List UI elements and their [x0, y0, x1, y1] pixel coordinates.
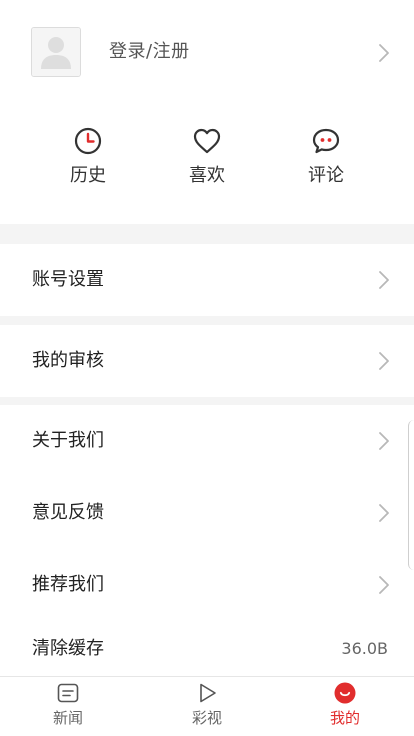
comments-button[interactable]: 评论 — [281, 120, 371, 200]
account-section: 账号设置 — [0, 244, 414, 316]
chevron-right-icon — [378, 503, 390, 523]
tab-news[interactable]: 新闻 — [18, 677, 118, 736]
default-avatar-icon — [31, 27, 81, 77]
clear-cache-label: 清除缓存 — [32, 638, 104, 659]
chevron-right-icon — [378, 351, 390, 371]
quick-actions: 历史 喜欢 评论 — [0, 120, 414, 200]
recommend-us-label: 推荐我们 — [32, 574, 104, 595]
chevron-right-icon — [378, 43, 390, 63]
scroll-indicator[interactable] — [408, 420, 414, 570]
cache-section: 清除缓存 36.0B — [0, 613, 414, 685]
chevron-right-icon — [378, 270, 390, 290]
login-register-link[interactable]: 登录/注册 — [109, 40, 190, 64]
clear-cache-row[interactable]: 清除缓存 36.0B — [0, 613, 414, 685]
feedback-row[interactable]: 意见反馈 — [0, 477, 414, 549]
my-review-label: 我的审核 — [32, 350, 104, 371]
account-settings-row[interactable]: 账号设置 — [0, 244, 414, 316]
cache-size-value: 36.0B — [341, 639, 388, 658]
favorites-label: 喜欢 — [189, 165, 225, 186]
comments-label: 评论 — [308, 165, 344, 186]
news-icon — [56, 681, 80, 705]
review-section: 我的审核 — [0, 325, 414, 397]
login-row[interactable]: 登录/注册 — [0, 0, 414, 106]
bottom-tab-bar: 新闻 彩视 我的 — [0, 676, 414, 736]
heart-icon — [192, 126, 222, 156]
info-section: 关于我们 意见反馈 推荐我们 — [0, 405, 414, 621]
tab-news-label: 新闻 — [52, 709, 83, 727]
profile-screen: 登录/注册 历史 喜欢 评论 账号设置 我的审核 关于我们 意见反馈 推荐我们 … — [0, 0, 414, 736]
history-button[interactable]: 历史 — [43, 120, 133, 200]
tab-video[interactable]: 彩视 — [157, 677, 257, 736]
recommend-us-row[interactable]: 推荐我们 — [0, 549, 414, 621]
favorites-button[interactable]: 喜欢 — [162, 120, 252, 200]
my-review-row[interactable]: 我的审核 — [0, 325, 414, 397]
about-us-row[interactable]: 关于我们 — [0, 405, 414, 477]
tab-mine[interactable]: 我的 — [295, 677, 395, 736]
chevron-right-icon — [378, 431, 390, 451]
history-label: 历史 — [70, 165, 106, 186]
account-settings-label: 账号设置 — [32, 269, 104, 290]
chevron-right-icon — [378, 575, 390, 595]
profile-icon — [333, 681, 357, 705]
tab-video-label: 彩视 — [191, 709, 222, 727]
comment-icon — [311, 126, 341, 156]
about-us-label: 关于我们 — [32, 430, 104, 451]
play-icon — [195, 681, 219, 705]
tab-mine-label: 我的 — [329, 709, 360, 727]
clock-icon — [73, 126, 103, 156]
profile-header: 登录/注册 历史 喜欢 评论 — [0, 0, 414, 224]
feedback-label: 意见反馈 — [32, 502, 104, 523]
